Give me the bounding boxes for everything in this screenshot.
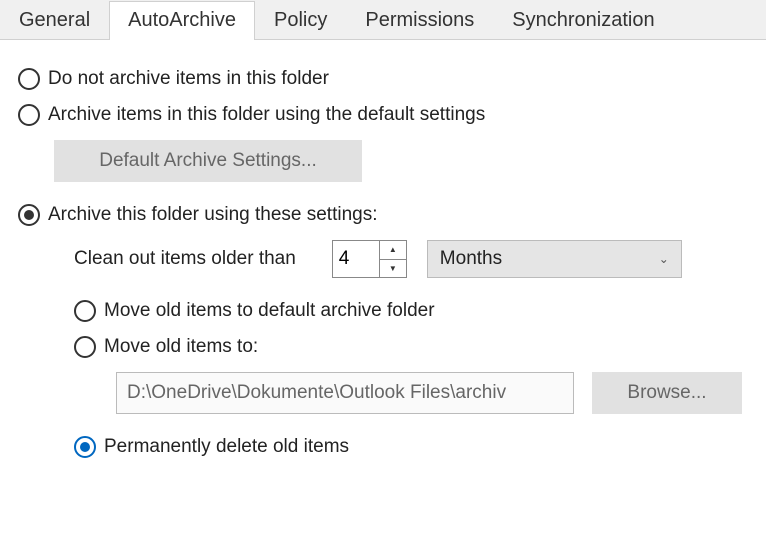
radio-permanently-delete[interactable]: [74, 436, 96, 458]
tab-general[interactable]: General: [0, 1, 109, 40]
option-archive-default-row: Archive items in this folder using the d…: [18, 104, 754, 126]
tab-bar: General AutoArchive Policy Permissions S…: [0, 0, 766, 40]
option-do-not-archive-row: Do not archive items in this folder: [18, 68, 754, 90]
tab-policy[interactable]: Policy: [255, 1, 346, 40]
radio-archive-default[interactable]: [18, 104, 40, 126]
clean-out-unit-value: Months: [440, 248, 502, 270]
label-permanently-delete: Permanently delete old items: [104, 436, 349, 458]
label-move-default: Move old items to default archive folder: [104, 300, 435, 322]
archive-path-input[interactable]: [116, 372, 574, 414]
spinner-down-button[interactable]: ▼: [380, 260, 406, 278]
clean-out-label: Clean out items older than: [74, 248, 296, 270]
option-move-custom-row: Move old items to:: [74, 336, 754, 358]
option-archive-custom-row: Archive this folder using these settings…: [18, 204, 754, 226]
option-perm-delete-row: Permanently delete old items: [74, 436, 754, 458]
clean-out-row: Clean out items older than ▲ ▼ Months ⌄: [74, 240, 754, 278]
clean-out-value-input[interactable]: [333, 241, 379, 277]
default-archive-settings-button[interactable]: Default Archive Settings...: [54, 140, 362, 182]
label-do-not-archive: Do not archive items in this folder: [48, 68, 329, 90]
tab-autoarchive[interactable]: AutoArchive: [109, 1, 255, 40]
clean-out-unit-select[interactable]: Months ⌄: [427, 240, 682, 278]
move-path-row: Browse...: [116, 372, 754, 414]
radio-move-custom[interactable]: [74, 336, 96, 358]
radio-archive-custom[interactable]: [18, 204, 40, 226]
tab-synchronization[interactable]: Synchronization: [493, 1, 673, 40]
label-move-custom: Move old items to:: [104, 336, 258, 358]
radio-move-default[interactable]: [74, 300, 96, 322]
tab-permissions[interactable]: Permissions: [346, 1, 493, 40]
label-archive-custom: Archive this folder using these settings…: [48, 204, 378, 226]
spinner-up-button[interactable]: ▲: [380, 241, 406, 260]
chevron-down-icon: ⌄: [659, 252, 669, 266]
option-move-default-row: Move old items to default archive folder: [74, 300, 754, 322]
autoarchive-panel: Do not archive items in this folder Arch…: [0, 40, 766, 484]
browse-button[interactable]: Browse...: [592, 372, 742, 414]
label-archive-default: Archive items in this folder using the d…: [48, 104, 485, 126]
clean-out-spinner[interactable]: ▲ ▼: [332, 240, 407, 278]
radio-do-not-archive[interactable]: [18, 68, 40, 90]
